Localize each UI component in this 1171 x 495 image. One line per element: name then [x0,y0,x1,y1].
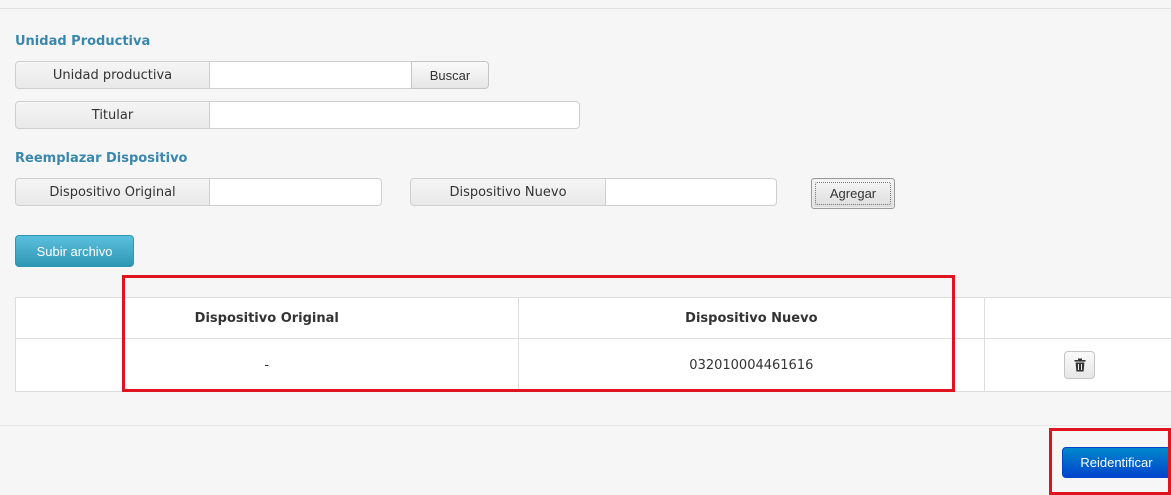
agregar-button[interactable]: Agregar [811,178,895,209]
table-header-row: Dispositivo Original Dispositivo Nuevo [15,297,1171,339]
subir-archivo-button[interactable]: Subir archivo [15,235,134,267]
cell-dispositivo-original: - [15,338,519,392]
dispositivos-table: Dispositivo Original Dispositivo Nuevo -… [15,297,1171,392]
top-divider [0,8,1171,9]
dispositivo-nuevo-label: Dispositivo Nuevo [410,178,606,206]
titular-input[interactable] [209,101,580,129]
header-actions [984,297,1171,339]
header-dispositivo-original: Dispositivo Original [15,297,519,339]
footer-divider [0,425,1171,426]
cell-dispositivo-nuevo: 032010004461616 [517,338,986,392]
unidad-productiva-label: Unidad productiva [15,61,210,89]
dispositivo-original-label: Dispositivo Original [15,178,210,206]
reemplazar-dispositivo-title: Reemplazar Dispositivo [15,151,188,166]
trash-icon [1074,358,1086,372]
unidad-productiva-title: Unidad Productiva [15,34,151,49]
buscar-button[interactable]: Buscar [411,61,489,89]
reidentificar-button[interactable]: Reidentificar [1062,447,1171,478]
titular-label: Titular [15,101,210,129]
cell-actions [984,338,1171,392]
unidad-productiva-input[interactable] [209,61,412,89]
dispositivo-original-input[interactable] [209,178,382,206]
dispositivo-nuevo-input[interactable] [605,178,777,206]
delete-row-button[interactable] [1064,351,1096,379]
table-row: - 032010004461616 [15,338,1171,392]
header-dispositivo-nuevo: Dispositivo Nuevo [517,297,986,339]
